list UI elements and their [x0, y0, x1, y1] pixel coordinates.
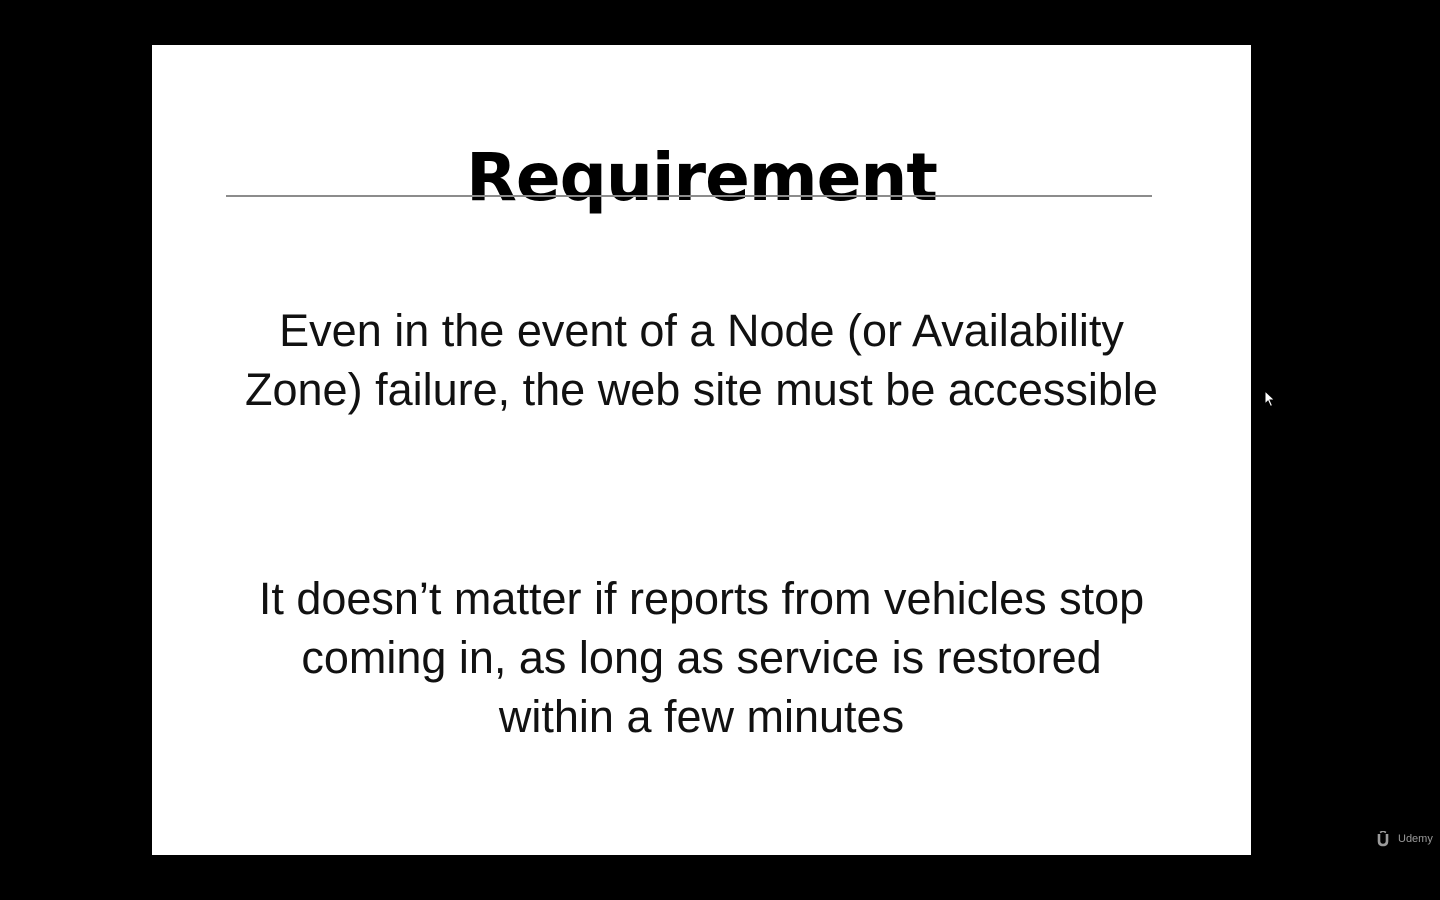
mouse-pointer-icon: [1264, 389, 1276, 408]
udemy-logo-icon: [1377, 831, 1389, 847]
slide-title: Requirement: [466, 139, 938, 216]
udemy-watermark: Udemy: [1376, 830, 1433, 848]
presentation-slide: Requirement Even in the event of a Node …: [152, 45, 1251, 855]
slide-paragraph-2: It doesn’t matter if reports from vehicl…: [258, 573, 1145, 742]
brand-text: Udemy: [1398, 833, 1433, 845]
slide-paragraph-1: Even in the event of a Node (or Availabi…: [245, 305, 1158, 415]
video-player-stage: Requirement Even in the event of a Node …: [0, 0, 1440, 900]
title-divider: [226, 195, 1152, 197]
